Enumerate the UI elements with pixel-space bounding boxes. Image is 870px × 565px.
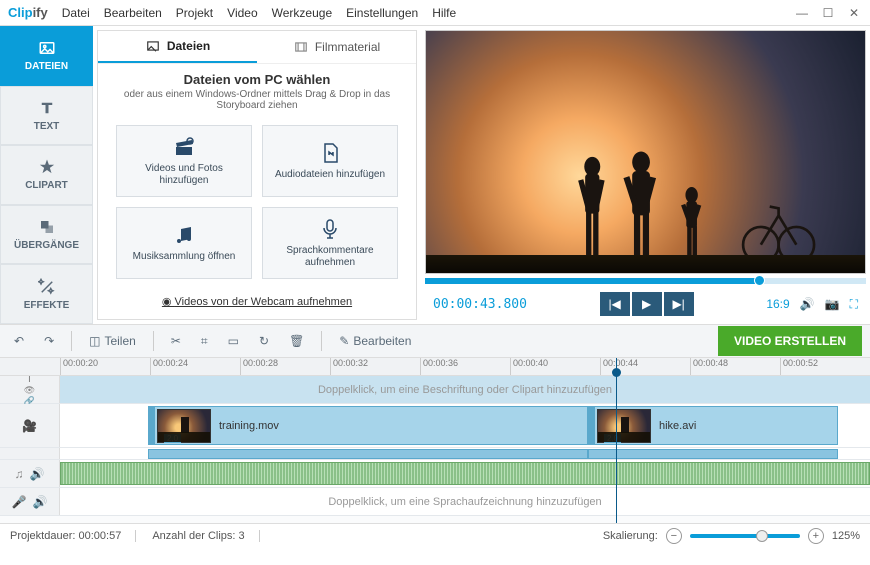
tab-footage[interactable]: Filmmaterial [257,31,416,63]
preview-progress[interactable] [425,278,866,284]
preview-pane: 00:00:43.800 |◀ ▶ ▶| 16:9 🔊 📷 ⛶ [421,26,870,324]
speaker-icon[interactable]: 🔊 [33,495,48,509]
audio-file-icon [318,141,342,165]
video-track-icon: 🎥 [22,419,37,433]
sidebar-transitions-label: ÜBERGÄNGE [14,240,79,251]
split-button[interactable]: ◫ Teilen [83,330,142,352]
menu-file[interactable]: Datei [62,6,90,20]
video-clip-2[interactable]: 2,0 hike.avi [588,406,838,445]
next-button[interactable]: ▶| [664,292,694,316]
voice-hint: Doppelklick, um eine Sprachaufzeichnung … [60,496,870,508]
zoom-slider[interactable] [690,534,800,538]
sidebar-transitions[interactable]: ÜBERGÄNGE [0,205,93,265]
zoom-in-button[interactable]: + [808,528,824,544]
speaker-icon[interactable]: 🔊 [30,467,45,481]
sidebar-clipart[interactable]: CLIPART [0,145,93,205]
mic-track-icon: 🎤 [12,495,27,509]
sidebar-text-label: TEXT [34,121,60,132]
sidebar-clipart-label: CLIPART [25,180,68,191]
window-controls: — ☐ ✕ [794,6,862,20]
status-bar: Projektdauer: 00:00:57 Anzahl der Clips:… [0,523,870,547]
clip-name: training.mov [219,420,279,432]
wand-icon [38,278,56,296]
copy-button[interactable]: ▭ [222,330,245,352]
close-button[interactable]: ✕ [846,6,862,20]
play-button[interactable]: ▶ [632,292,662,316]
panel-subtitle: oder aus einem Windows-Ordner mittels Dr… [108,89,406,111]
time-ruler[interactable]: 00:00:2000:00:2400:00:2800:00:3200:00:36… [0,358,870,376]
star-icon [38,158,56,176]
left-sidebar: DATEIEN TEXT CLIPART ÜBERGÄNGE EFFEKTE [0,26,93,324]
fullscreen-icon[interactable]: ⛶ [850,297,858,312]
music-icon [172,223,196,247]
tab-files[interactable]: Dateien [98,31,257,63]
speed-track [0,448,870,460]
delete-button[interactable]: 🗑 [283,330,310,352]
video-track[interactable]: 🎥 2,0 training.mov 2,0 hike.avi [0,404,870,448]
project-duration: 00:00:57 [79,530,122,542]
timeline: 00:00:2000:00:2400:00:2800:00:3200:00:36… [0,358,870,523]
app-brand: Clipify [8,5,48,20]
text-icon [38,99,56,117]
menu-help[interactable]: Hilfe [432,6,456,20]
rotate-button[interactable]: ↻ [253,330,275,352]
audio-track[interactable]: ♫🔊 [0,460,870,488]
zoom-value: 125% [832,530,860,542]
edit-clip-button[interactable]: ✎ Bearbeiten [333,330,417,352]
create-video-button[interactable]: VIDEO ERSTELLEN [718,326,862,356]
menu-project[interactable]: Projekt [176,6,213,20]
aspect-ratio[interactable]: 16:9 [766,297,789,311]
minimize-button[interactable]: — [794,6,810,20]
scale-label: Skalierung: [603,530,658,542]
menu-edit[interactable]: Bearbeiten [104,6,162,20]
files-panel: Dateien Filmmaterial Dateien vom PC wähl… [97,30,417,320]
menu-tools[interactable]: Werkzeuge [272,6,332,20]
redo-button[interactable]: ↷ [38,330,60,352]
text-track-hint: Doppelklick, um eine Beschriftung oder C… [60,384,870,396]
menu-settings[interactable]: Einstellungen [346,6,418,20]
panel-tabs: Dateien Filmmaterial [98,31,416,64]
playhead[interactable] [616,358,617,523]
sidebar-effects[interactable]: EFFEKTE [0,264,93,324]
add-media-button[interactable]: Videos und Fotos hinzufügen [116,125,252,197]
sidebar-files[interactable]: DATEIEN [0,26,93,86]
image-icon [145,39,161,53]
video-clip-1[interactable]: 2,0 training.mov [148,406,588,445]
clapper-icon [172,135,196,159]
clip-name: hike.avi [659,420,696,432]
maximize-button[interactable]: ☐ [820,6,836,20]
zoom-out-button[interactable]: − [666,528,682,544]
image-icon [38,39,56,57]
crop-button[interactable]: ⌗ [195,330,214,353]
volume-icon[interactable]: 🔊 [800,297,815,311]
prev-button[interactable]: |◀ [600,292,630,316]
clip-count: 3 [239,530,245,542]
voice-track[interactable]: 🎤 🔊 Doppelklick, um eine Sprachaufzeichnu… [0,488,870,516]
music-library-button[interactable]: Musiksammlung öffnen [116,207,252,279]
mic-icon [318,217,342,241]
video-preview[interactable] [425,30,866,274]
sidebar-effects-label: EFFEKTE [24,300,70,311]
main-menu: Datei Bearbeiten Projekt Video Werkzeuge… [62,6,456,20]
film-icon [293,40,309,54]
text-track[interactable]: T👁🔗 Doppelklick, um eine Beschriftung od… [0,376,870,404]
cut-button[interactable]: ✂ [165,330,187,352]
record-voice-button[interactable]: Sprachkommentare aufnehmen [262,207,398,279]
panel-title: Dateien vom PC wählen [108,72,406,87]
sidebar-text[interactable]: TEXT [0,86,93,146]
webcam-link[interactable]: ◉ Videos von der Webcam aufnehmen [98,289,416,314]
add-audio-button[interactable]: Audiodateien hinzufügen [262,125,398,197]
squares-icon [38,218,56,236]
sidebar-files-label: DATEIEN [25,61,68,72]
snapshot-icon[interactable]: 📷 [825,297,840,311]
panel-header: Dateien vom PC wählen oder aus einem Win… [98,64,416,115]
timecode: 00:00:43.800 [433,297,527,312]
music-track-icon: ♫ [15,467,24,481]
titlebar: Clipify Datei Bearbeiten Projekt Video W… [0,0,870,26]
menu-video[interactable]: Video [227,6,257,20]
timeline-toolbar: ↶ ↷ ◫ Teilen ✂ ⌗ ▭ ↻ 🗑 ✎ Bearbeiten VIDE… [0,324,870,358]
undo-button[interactable]: ↶ [8,330,30,352]
